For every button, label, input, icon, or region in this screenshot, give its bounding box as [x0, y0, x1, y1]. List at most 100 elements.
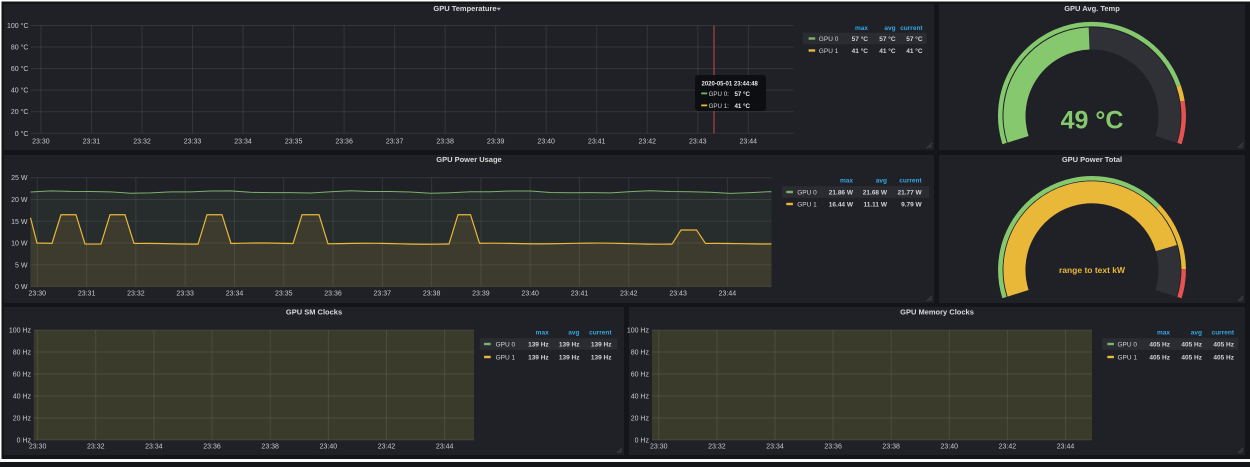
svg-text:40 Hz: 40 Hz — [13, 394, 32, 401]
svg-text:23:35: 23:35 — [275, 291, 293, 298]
svg-text:57 °C: 57 °C — [879, 35, 896, 43]
svg-text:23:36: 23:36 — [203, 444, 221, 451]
svg-text:GPU 1: GPU 1 — [819, 48, 839, 55]
svg-text:23:38: 23:38 — [882, 444, 900, 451]
svg-text:23:31: 23:31 — [78, 291, 96, 298]
svg-text:23:34: 23:34 — [226, 291, 244, 298]
svg-text:405 Hz: 405 Hz — [1181, 342, 1202, 349]
svg-text:405 Hz: 405 Hz — [1213, 355, 1234, 362]
svg-text:23:30: 23:30 — [32, 139, 50, 146]
svg-text:GPU Power Total: GPU Power Total — [1062, 155, 1122, 164]
svg-text:23:40: 23:40 — [537, 139, 555, 146]
svg-text:41 °C: 41 °C — [852, 47, 869, 55]
svg-text:avg: avg — [876, 178, 887, 185]
svg-text:GPU 1:: GPU 1: — [709, 103, 730, 110]
svg-text:100 Hz: 100 Hz — [9, 328, 32, 335]
svg-text:25 W: 25 W — [11, 175, 28, 182]
svg-text:current: current — [900, 25, 923, 32]
svg-text:23:40: 23:40 — [941, 444, 959, 451]
svg-text:49 °C: 49 °C — [1061, 107, 1124, 135]
svg-text:41 °C: 41 °C — [879, 47, 896, 55]
svg-text:max: max — [536, 330, 549, 337]
svg-text:GPU 1: GPU 1 — [496, 355, 516, 362]
svg-text:9.79 W: 9.79 W — [901, 202, 922, 209]
svg-text:max: max — [840, 178, 853, 185]
svg-text:GPU 1: GPU 1 — [1118, 355, 1138, 362]
svg-text:23:34: 23:34 — [766, 444, 784, 451]
svg-text:20 W: 20 W — [11, 197, 28, 204]
svg-text:57 °C: 57 °C — [852, 35, 869, 43]
svg-text:0 °C: 0 °C — [15, 130, 29, 138]
svg-text:139 Hz: 139 Hz — [528, 342, 549, 349]
svg-text:23:43: 23:43 — [669, 291, 687, 298]
svg-text:GPU SM Clocks: GPU SM Clocks — [286, 308, 342, 317]
svg-text:23:44: 23:44 — [719, 291, 737, 298]
svg-text:23:32: 23:32 — [708, 444, 726, 451]
svg-text:avg: avg — [568, 330, 579, 337]
svg-text:GPU 1: GPU 1 — [797, 202, 817, 209]
svg-text:11.11 W: 11.11 W — [864, 202, 888, 209]
svg-text:23:44: 23:44 — [1057, 444, 1075, 451]
svg-text:15 W: 15 W — [11, 219, 28, 226]
svg-text:405 Hz: 405 Hz — [1213, 342, 1234, 349]
svg-text:23:37: 23:37 — [386, 139, 404, 146]
svg-text:23:42: 23:42 — [378, 444, 396, 451]
svg-text:23:33: 23:33 — [176, 291, 194, 298]
svg-text:41 °C: 41 °C — [734, 103, 750, 110]
svg-text:current: current — [899, 178, 922, 185]
svg-text:23:35: 23:35 — [285, 139, 303, 146]
svg-text:23:31: 23:31 — [83, 139, 101, 146]
svg-text:139 Hz: 139 Hz — [528, 355, 549, 362]
svg-text:405 Hz: 405 Hz — [1149, 355, 1170, 362]
svg-text:405 Hz: 405 Hz — [1181, 355, 1202, 362]
svg-text:21.77 W: 21.77 W — [897, 190, 922, 197]
svg-text:23:37: 23:37 — [374, 291, 392, 298]
svg-text:0 W: 0 W — [15, 284, 28, 291]
svg-text:GPU 0: GPU 0 — [819, 36, 839, 43]
svg-text:23:36: 23:36 — [324, 291, 342, 298]
svg-text:100 °C: 100 °C — [7, 22, 28, 30]
svg-text:5 W: 5 W — [15, 262, 28, 269]
svg-text:max: max — [855, 25, 868, 32]
svg-text:40 Hz: 40 Hz — [631, 394, 650, 401]
svg-text:range to text kW: range to text kW — [1059, 265, 1126, 275]
svg-text:139 Hz: 139 Hz — [559, 342, 580, 349]
svg-text:avg: avg — [1191, 330, 1202, 337]
svg-text:100 Hz: 100 Hz — [627, 328, 650, 335]
svg-text:20 Hz: 20 Hz — [631, 416, 650, 423]
svg-text:23:32: 23:32 — [133, 139, 151, 146]
svg-text:23:32: 23:32 — [87, 444, 105, 451]
svg-text:139 Hz: 139 Hz — [591, 355, 612, 362]
svg-text:80 °C: 80 °C — [11, 44, 29, 52]
svg-text:21.86 W: 21.86 W — [829, 190, 854, 197]
svg-text:23:38: 23:38 — [261, 444, 279, 451]
svg-text:21.68 W: 21.68 W — [863, 190, 888, 197]
svg-text:80 Hz: 80 Hz — [631, 350, 650, 357]
svg-text:139 Hz: 139 Hz — [591, 342, 612, 349]
svg-text:23:36: 23:36 — [335, 139, 353, 146]
svg-text:20 °C: 20 °C — [11, 108, 29, 116]
svg-text:405 Hz: 405 Hz — [1149, 342, 1170, 349]
svg-text:current: current — [589, 330, 612, 337]
svg-text:23:32: 23:32 — [127, 291, 145, 298]
svg-text:23:42: 23:42 — [620, 291, 638, 298]
svg-text:60 Hz: 60 Hz — [13, 372, 32, 379]
svg-text:23:42: 23:42 — [639, 139, 657, 146]
svg-text:60 °C: 60 °C — [11, 65, 29, 73]
svg-text:23:44: 23:44 — [740, 139, 758, 146]
svg-text:GPU Memory Clocks: GPU Memory Clocks — [900, 308, 974, 317]
svg-text:GPU Temperature: GPU Temperature — [433, 4, 496, 13]
svg-text:23:40: 23:40 — [320, 444, 338, 451]
svg-text:max: max — [1157, 330, 1170, 337]
svg-text:GPU 0:: GPU 0: — [709, 91, 730, 98]
svg-text:10 W: 10 W — [11, 241, 28, 248]
svg-text:GPU Power Usage: GPU Power Usage — [436, 155, 501, 164]
svg-text:23:34: 23:34 — [234, 139, 252, 146]
svg-text:41 °C: 41 °C — [906, 47, 923, 55]
svg-text:GPU 0: GPU 0 — [797, 190, 817, 197]
svg-text:23:33: 23:33 — [184, 139, 202, 146]
svg-text:23:40: 23:40 — [521, 291, 539, 298]
svg-text:current: current — [1212, 330, 1235, 337]
svg-text:23:39: 23:39 — [472, 291, 490, 298]
svg-text:57 °C: 57 °C — [906, 35, 923, 43]
